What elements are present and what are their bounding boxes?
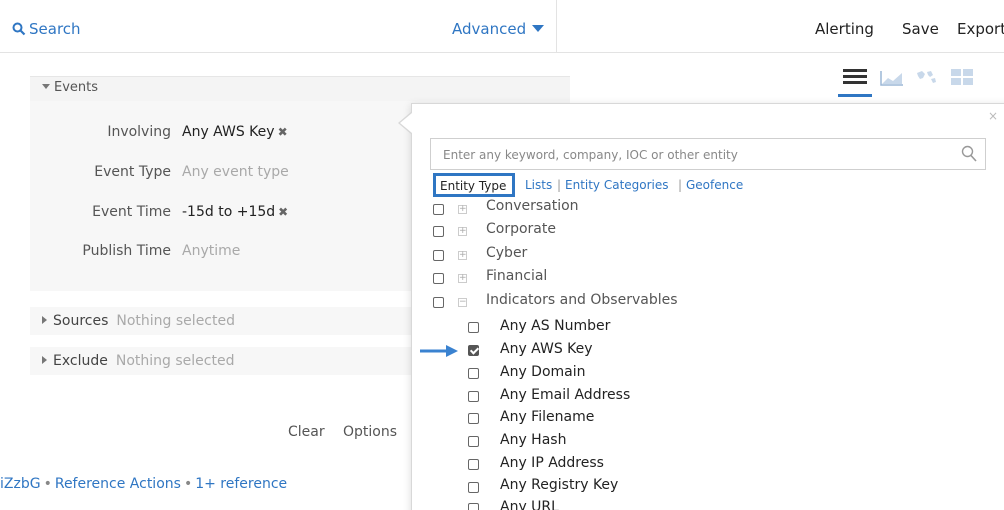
clear-button[interactable]: Clear: [288, 424, 325, 440]
item-any-aws-key[interactable]: Any AWS Key: [500, 341, 593, 357]
tab-lists[interactable]: Lists: [525, 178, 552, 192]
category-financial[interactable]: Financial: [486, 268, 547, 284]
events-section-header[interactable]: [30, 76, 570, 101]
separator-dot: •: [183, 476, 193, 492]
search-link[interactable]: Search: [12, 20, 81, 38]
item-any-as-number[interactable]: Any AS Number: [500, 318, 610, 334]
exclude-section[interactable]: Exclude Nothing selected: [42, 353, 234, 369]
item-any-email-address[interactable]: Any Email Address: [500, 387, 630, 403]
caret-down-icon: [532, 25, 545, 32]
active-view-indicator: [838, 94, 872, 97]
reference-links: iZzbG • Reference Actions • 1+ reference: [0, 476, 287, 492]
exclude-value: Nothing selected: [115, 353, 235, 369]
category-corporate[interactable]: Corporate: [486, 221, 556, 237]
item-checkbox[interactable]: [468, 503, 479, 510]
item-any-ip-address[interactable]: Any IP Address: [500, 455, 604, 471]
reference-actions-link[interactable]: Reference Actions: [55, 476, 181, 492]
sources-label: Sources: [53, 313, 109, 329]
item-checkbox[interactable]: [468, 413, 479, 424]
item-checkbox[interactable]: [468, 368, 479, 379]
advanced-toggle[interactable]: Advanced: [452, 20, 545, 38]
item-any-registry-key[interactable]: Any Registry Key: [500, 477, 618, 493]
item-checkbox[interactable]: [468, 391, 479, 402]
expand-plus-icon[interactable]: +: [458, 227, 467, 236]
category-checkbox[interactable]: [433, 297, 444, 308]
item-any-url[interactable]: Any URL: [500, 499, 559, 510]
event-time-value-text: -15d to +15d: [182, 204, 276, 220]
involving-value-text: Any AWS Key: [182, 124, 275, 140]
exclude-label: Exclude: [53, 353, 108, 369]
app-window: Search Advanced Alerting Save Export Eve…: [0, 0, 1004, 510]
item-checkbox-checked[interactable]: [468, 345, 479, 356]
category-indicators-and-observables[interactable]: Indicators and Observables: [486, 292, 678, 308]
search-link-label: Search: [29, 20, 81, 38]
search-icon: [12, 22, 26, 36]
category-cyber[interactable]: Cyber: [486, 245, 527, 261]
popover-pointer-fill: [400, 113, 412, 133]
entity-search-input[interactable]: [441, 147, 945, 163]
category-checkbox[interactable]: [433, 273, 444, 284]
item-any-domain[interactable]: Any Domain: [500, 364, 586, 380]
events-section-title[interactable]: Events: [42, 80, 98, 95]
close-icon[interactable]: ×: [988, 109, 998, 123]
panel-divider: [556, 0, 557, 52]
category-checkbox[interactable]: [433, 250, 444, 261]
sources-value: Nothing selected: [116, 313, 235, 329]
event-time-value[interactable]: -15d to +15d ✖: [182, 204, 288, 220]
area-chart-icon[interactable]: [880, 68, 904, 86]
list-view-icon[interactable]: [843, 68, 867, 86]
item-checkbox[interactable]: [468, 459, 479, 470]
sources-section[interactable]: Sources Nothing selected: [42, 313, 235, 329]
collapse-minus-icon[interactable]: −: [458, 298, 467, 307]
expand-plus-icon[interactable]: +: [458, 274, 467, 283]
tab-separator: |: [678, 178, 683, 192]
alerting-button[interactable]: Alerting: [815, 20, 874, 38]
publish-time-label: Publish Time: [82, 243, 171, 259]
event-type-label: Event Type: [94, 164, 171, 180]
tab-entity-type[interactable]: Entity Type: [433, 173, 515, 197]
category-conversation[interactable]: Conversation: [486, 198, 579, 212]
expand-plus-icon[interactable]: +: [458, 251, 467, 260]
expand-triangle-icon: [42, 356, 47, 364]
advanced-label: Advanced: [452, 20, 527, 38]
item-checkbox[interactable]: [468, 482, 479, 493]
grid-view-icon[interactable]: [950, 68, 974, 86]
tab-separator: |: [557, 178, 562, 192]
event-time-label: Event Time: [92, 204, 171, 220]
item-any-hash[interactable]: Any Hash: [500, 432, 566, 448]
save-button[interactable]: Save: [902, 20, 939, 38]
category-checkbox[interactable]: [433, 226, 444, 237]
involving-label: Involving: [107, 124, 171, 140]
item-any-filename[interactable]: Any Filename: [500, 409, 594, 425]
options-button[interactable]: Options: [343, 424, 397, 440]
category-checkbox[interactable]: [433, 204, 444, 215]
collapse-triangle-icon: [42, 84, 50, 89]
publish-time-field[interactable]: Anytime: [182, 243, 240, 259]
item-checkbox[interactable]: [468, 322, 479, 333]
events-title-label: Events: [54, 80, 99, 95]
expand-plus-icon[interactable]: +: [458, 205, 467, 214]
tab-entity-categories[interactable]: Entity Categories: [565, 178, 669, 192]
tab-geofence[interactable]: Geofence: [686, 178, 743, 192]
remove-involving-icon[interactable]: ✖: [278, 125, 288, 139]
reference-id-link[interactable]: iZzbG: [0, 476, 41, 492]
item-checkbox[interactable]: [468, 436, 479, 447]
event-type-field[interactable]: Any event type: [182, 164, 289, 180]
expand-triangle-icon: [42, 316, 47, 324]
separator-dot: •: [43, 476, 52, 492]
map-view-icon[interactable]: [915, 68, 939, 86]
pointer-arrow-icon: [420, 345, 458, 357]
remove-event-time-icon[interactable]: ✖: [278, 205, 288, 219]
entity-search-box: [430, 138, 986, 170]
involving-value[interactable]: Any AWS Key ✖: [182, 124, 288, 140]
export-button[interactable]: Export: [957, 20, 1004, 38]
search-icon[interactable]: [961, 145, 977, 163]
reference-count-link[interactable]: 1+ reference: [195, 476, 287, 492]
